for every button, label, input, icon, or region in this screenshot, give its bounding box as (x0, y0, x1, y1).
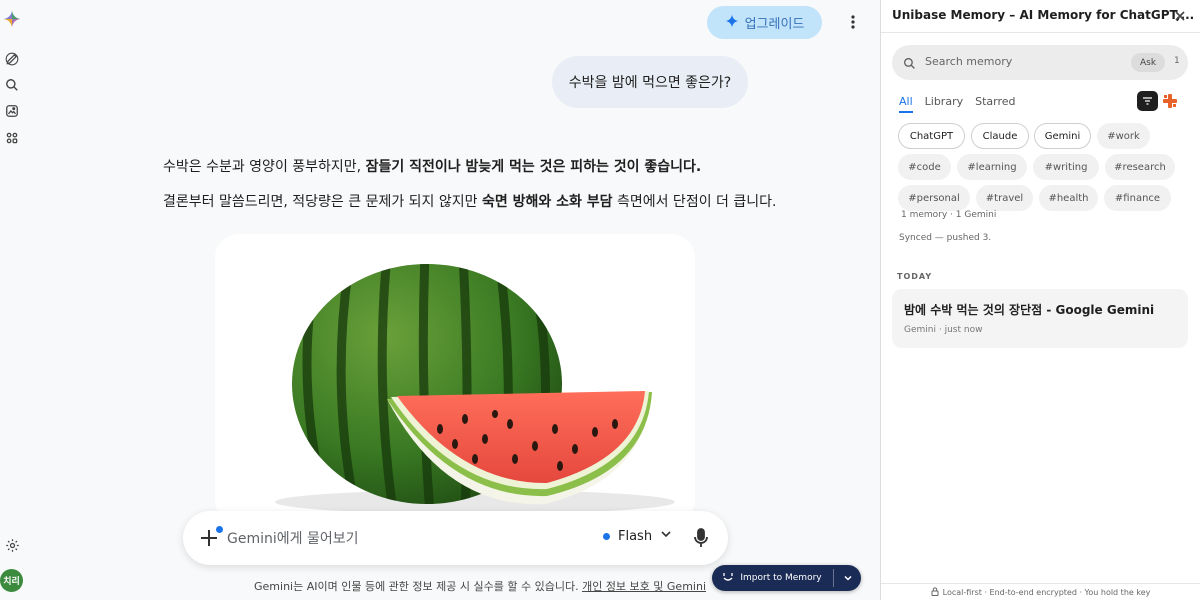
panel-header: Unibase Memory – AI Memory for ChatGPT,.… (881, 0, 1200, 33)
gemini-app: 치리 업그레이드 수박을 밤에 먹으면 좋은가? 수박은 수분과 영양이 풍부하… (0, 0, 880, 600)
memory-item[interactable]: 밤에 수박 먹는 것의 장단점 - Google Gemini Gemini ·… (892, 289, 1188, 348)
left-rail: 치리 (0, 0, 24, 600)
answer-p2-text: 결론부터 말씀드리면, 적당량은 큰 문제가 되지 않지만 (163, 194, 482, 210)
plus-icon[interactable] (199, 526, 223, 550)
search-input[interactable]: Search memory (925, 55, 1012, 68)
disclaimer-text: Gemini는 AI이며 인물 등에 관한 정보 제공 시 실수를 할 수 있습… (254, 580, 583, 593)
shortcut-hint: 1 (1174, 56, 1180, 66)
upgrade-button[interactable]: 업그레이드 (707, 6, 822, 39)
panel-title: Unibase Memory – AI Memory for ChatGPT,.… (892, 8, 1195, 22)
answer-paragraph-2: 결론부터 말씀드리면, 적당량은 큰 문제가 되지 않지만 숙면 방해와 소화 … (163, 191, 776, 211)
chip-chatgpt[interactable]: ChatGPT (898, 123, 965, 149)
upgrade-label: 업그레이드 (744, 17, 805, 32)
unibase-logo-icon[interactable] (1161, 92, 1179, 110)
memory-search[interactable]: Search memory Ask 1 (892, 45, 1188, 80)
gear-icon[interactable] (3, 536, 21, 554)
button-divider (833, 569, 834, 587)
panel-footer: Local-first · End-to-end encrypted · You… (881, 583, 1200, 600)
tab-starred[interactable]: Starred (975, 95, 1015, 113)
apps-icon[interactable] (3, 129, 21, 147)
model-label: Flash (618, 528, 653, 544)
chip-tag-health[interactable]: #health (1039, 185, 1098, 211)
memory-title: 밤에 수박 먹는 것의 장단점 - Google Gemini (904, 303, 1155, 317)
sync-status: Synced — pushed 3. (899, 233, 992, 243)
unibase-face-icon (722, 571, 734, 586)
user-message: 수박을 밤에 먹으면 좋은가? (552, 56, 748, 108)
chevron-down-icon (660, 528, 672, 544)
edit-icon[interactable] (3, 50, 21, 68)
search-icon[interactable] (3, 76, 21, 94)
chip-gemini[interactable]: Gemini (1034, 123, 1091, 149)
privacy-link[interactable]: 개인 정보 보호 및 Gemini (582, 580, 706, 593)
answer-p2-bold: 숙면 방해와 소화 부담 (481, 194, 613, 210)
chip-tag-finance[interactable]: #finance (1104, 185, 1171, 211)
footer-text: Local-first · End-to-end encrypted · You… (942, 587, 1151, 597)
answer-p1-bold: 잠들기 직전이나 밤늦게 먹는 것은 피하는 것이 좋습니다. (365, 159, 702, 175)
gemini-sparkle-icon[interactable] (3, 10, 21, 28)
import-to-memory-button[interactable]: Import to Memory (712, 565, 861, 591)
chip-claude[interactable]: Claude (971, 123, 1029, 149)
chip-tag-travel[interactable]: #travel (976, 185, 1033, 211)
mic-icon[interactable] (691, 527, 711, 549)
image-icon[interactable] (3, 102, 21, 120)
answer-p1-text: 수박은 수분과 영양이 풍부하지만, (163, 159, 366, 175)
chip-tag-personal[interactable]: #personal (898, 185, 970, 211)
chip-tag-learning[interactable]: #learning (957, 154, 1027, 180)
tab-library[interactable]: Library (925, 95, 963, 113)
close-icon[interactable] (1171, 7, 1189, 25)
sparkle-icon (725, 14, 739, 32)
avatar[interactable]: 치리 (0, 569, 23, 592)
unibase-memory-panel: Unibase Memory – AI Memory for ChatGPT,.… (880, 0, 1200, 600)
prompt-composer[interactable]: Gemini에게 물어보기 Flash (183, 511, 728, 565)
import-main-action[interactable]: Import to Memory (712, 565, 832, 591)
model-selector[interactable]: Flash (603, 528, 672, 544)
tab-all[interactable]: All (899, 95, 913, 113)
memory-meta: Gemini · just now (904, 325, 982, 335)
ask-button[interactable]: Ask (1131, 53, 1165, 72)
memory-source: Gemini (904, 325, 936, 335)
filter-icon[interactable] (1137, 91, 1158, 111)
more-vertical-icon[interactable] (844, 12, 862, 32)
prompt-input[interactable]: Gemini에게 물어보기 (227, 528, 358, 548)
notification-dot (216, 526, 223, 533)
section-header-today: TODAY (897, 272, 933, 281)
chevron-down-icon[interactable] (836, 565, 860, 591)
chip-tag-research[interactable]: #research (1105, 154, 1175, 180)
answer-paragraph-1: 수박은 수분과 영양이 풍부하지만, 잠들기 직전이나 밤늦게 먹는 것은 피하… (163, 156, 701, 176)
chip-tag-code[interactable]: #code (898, 154, 951, 180)
watermelon-image[interactable] (215, 234, 695, 524)
answer-p2-tail: 측면에서 단점이 더 큽니다. (612, 194, 777, 210)
memory-time: just now (944, 325, 983, 335)
model-dot (603, 532, 610, 540)
import-label: Import to Memory (740, 573, 822, 583)
chip-tag-writing[interactable]: #writing (1033, 154, 1099, 180)
lock-icon (931, 586, 939, 598)
memory-count: 1 memory · 1 Gemini (901, 210, 997, 220)
search-icon (903, 55, 917, 69)
chip-tag-work[interactable]: #work (1097, 123, 1150, 149)
panel-tabs: All Library Starred (899, 95, 1016, 113)
disclaimer: Gemini는 AI이며 인물 등에 관한 정보 제공 시 실수를 할 수 있습… (254, 578, 706, 594)
